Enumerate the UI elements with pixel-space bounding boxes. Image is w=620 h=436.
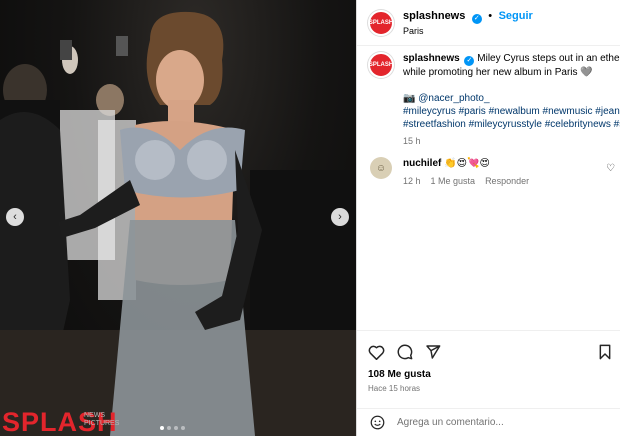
carousel-dot [181, 426, 185, 430]
comment-body: nuchilef 👏😍💘😍 12 h 1 Me gusta Responder [403, 157, 529, 186]
caption-text-line2: while promoting her new album in Paris 🩶 [403, 67, 593, 78]
commenter-avatar[interactable]: ☺ [370, 157, 392, 179]
photo-credit-link[interactable]: 📷 @nacer_photo_ [403, 92, 620, 105]
heart-icon[interactable] [368, 345, 385, 360]
watermark-subtitle: NEWS PICTURES [84, 412, 120, 427]
hashtags-line1[interactable]: #mileycyrus #paris #newalbum #newmusic #… [403, 105, 620, 118]
comment-likes[interactable]: 1 Me gusta [431, 176, 476, 186]
reply-button[interactable]: Responder [485, 176, 529, 186]
comment-item: ☺ nuchilef 👏😍💘😍 12 h 1 Me gusta Responde… [368, 157, 620, 186]
chevron-left-icon: ‹ [13, 211, 17, 223]
location-link[interactable]: Paris [403, 24, 533, 38]
comment-input[interactable] [397, 417, 597, 428]
carousel-dot [160, 426, 164, 430]
action-bar: 108 Me gusta Hace 15 horas [357, 330, 620, 393]
comment-like-icon[interactable]: ♡ [606, 163, 615, 174]
caption: SPLASH splashnews ✓ Miley Cyrus steps ou… [368, 52, 620, 148]
carousel-dot [174, 426, 178, 430]
comment-composer [357, 408, 620, 436]
comment-icon[interactable] [397, 344, 413, 360]
comment-text: 👏😍💘😍 [444, 158, 490, 169]
post-photo [0, 11, 356, 436]
carousel-dot [167, 426, 171, 430]
hashtags-line2[interactable]: #streetfashion #mileycyrusstyle #celebri… [403, 118, 620, 131]
verified-badge-icon: ✓ [464, 56, 475, 66]
commenter-username[interactable]: nuchilef [403, 158, 441, 169]
carousel-indicator [160, 426, 185, 430]
likes-count[interactable]: 108 Me gusta [368, 369, 610, 380]
avatar[interactable]: SPLASH [368, 9, 394, 36]
post-header: SPLASH splashnews ✓ • Seguir Paris [357, 0, 620, 46]
emoji-icon[interactable] [370, 415, 385, 430]
next-image-button[interactable]: › [331, 208, 349, 226]
caption-avatar[interactable]: SPLASH [368, 52, 394, 78]
posted-time: Hace 15 horas [368, 384, 421, 393]
caption-username[interactable]: splashnews [403, 53, 460, 64]
header-text: splashnews ✓ • Seguir Paris [403, 8, 533, 38]
caption-time: 15 h [403, 136, 421, 146]
follow-button[interactable]: Seguir [499, 10, 533, 22]
separator: • [488, 9, 493, 22]
share-icon[interactable] [425, 344, 441, 360]
caption-text: Miley Cyrus steps out in an ethereal s [477, 53, 620, 64]
username[interactable]: splashnews [403, 10, 465, 22]
caption-body: splashnews ✓ Miley Cyrus steps out in an… [403, 52, 620, 148]
previous-image-button[interactable]: ‹ [6, 208, 24, 226]
comment-time: 12 h [403, 176, 421, 186]
post-media[interactable]: ‹ › SPLASH NEWS PICTURES [0, 0, 356, 436]
post-details-panel: SPLASH splashnews ✓ • Seguir Paris SPLAS… [356, 0, 620, 436]
bookmark-icon[interactable] [598, 344, 612, 360]
verified-badge-icon: ✓ [471, 13, 482, 24]
chevron-right-icon: › [338, 211, 342, 223]
